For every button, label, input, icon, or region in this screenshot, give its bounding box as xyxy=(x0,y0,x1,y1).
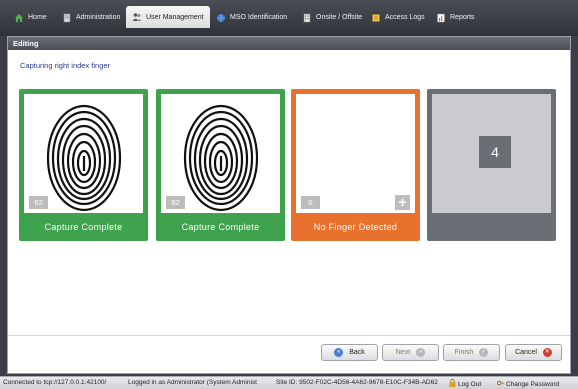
logout-label: Log Out xyxy=(458,381,482,388)
fingerprint-image: 82 xyxy=(24,94,143,213)
tab-label: Access Logs xyxy=(385,14,425,21)
back-arrow-icon: « xyxy=(334,348,344,357)
empty-capture-area: 0 + xyxy=(296,94,415,213)
tab-label: Administration xyxy=(76,14,121,21)
tab-administration[interactable]: Administration xyxy=(62,8,120,27)
capture-status: Capture Complete xyxy=(44,222,123,232)
finger-capture-card-3[interactable]: 0 + No Finger Detected xyxy=(291,89,420,241)
quality-score-badge: 82 xyxy=(166,196,185,209)
tab-label: User Management xyxy=(146,13,204,21)
tab-user-management[interactable]: User Management xyxy=(126,6,210,28)
pending-capture-area: 4 xyxy=(432,94,551,213)
fingerprint-icon xyxy=(46,104,122,212)
cancel-icon: ✕ xyxy=(542,348,552,357)
home-icon xyxy=(15,13,23,22)
back-button[interactable]: « Back xyxy=(321,344,378,361)
next-button[interactable]: Next » xyxy=(382,344,439,361)
fingerprint-icon xyxy=(183,104,259,212)
logged-in-user: Logged in as Administrator (System Admin… xyxy=(128,379,257,386)
tab-label: MSO Identification xyxy=(230,14,288,21)
tab-label: Onsite / Offsite xyxy=(316,14,363,21)
capture-status: Capture Complete xyxy=(181,222,260,232)
capture-instruction: Capturing right index finger xyxy=(20,61,111,70)
finger-capture-card-1[interactable]: 82 Capture Complete xyxy=(19,89,148,241)
tab-access-logs[interactable]: Access Logs xyxy=(371,8,425,27)
finish-icon: ✓ xyxy=(479,348,489,357)
change-password-label: Change Password xyxy=(506,381,560,388)
top-navigation: Home Administration User Management MSO … xyxy=(0,0,578,36)
add-icon[interactable]: + xyxy=(395,195,410,210)
log-icon xyxy=(372,13,380,22)
tab-label: Home xyxy=(28,14,47,21)
back-label: Back xyxy=(349,349,365,356)
lock-icon xyxy=(449,379,456,387)
site-id: Site ID: 9502-F02C-4D56-4A62-9678-E10C-F… xyxy=(276,379,438,386)
next-arrow-icon: » xyxy=(416,348,426,357)
reports-icon xyxy=(437,13,445,22)
cancel-button[interactable]: Cancel ✕ xyxy=(505,344,562,361)
tab-mso-identification[interactable]: MSO Identification xyxy=(216,8,287,27)
tab-label: Reports xyxy=(450,14,475,21)
tab-home[interactable]: Home xyxy=(14,8,47,27)
connection-status: Connected to tcp://127.0.0.1:42100/ xyxy=(3,379,107,386)
building-icon xyxy=(303,13,311,22)
server-icon xyxy=(63,13,71,22)
tab-reports[interactable]: Reports xyxy=(436,8,475,27)
next-label: Next xyxy=(395,349,411,356)
users-icon xyxy=(132,13,142,21)
key-icon xyxy=(497,380,504,386)
finger-capture-card-4[interactable]: 4 xyxy=(427,89,556,241)
fingerprint-image: 82 xyxy=(161,94,280,213)
logout-link[interactable]: Log Out xyxy=(449,379,481,388)
finish-label: Finish xyxy=(454,349,474,356)
globe-icon xyxy=(217,13,225,22)
editing-panel: Editing Capturing right index finger 82 … xyxy=(7,36,571,374)
capture-status: No Finger Detected xyxy=(313,222,398,232)
panel-title: Editing xyxy=(8,37,570,50)
finish-button[interactable]: Finish ✓ xyxy=(443,344,500,361)
quality-score-badge: 82 xyxy=(29,196,48,209)
tab-onsite-offsite[interactable]: Onsite / Offsite xyxy=(302,8,362,27)
finger-capture-card-2[interactable]: 82 Capture Complete xyxy=(156,89,285,241)
finger-number: 4 xyxy=(479,136,511,168)
quality-score-badge: 0 xyxy=(301,196,320,209)
change-password-link[interactable]: Change Password xyxy=(497,379,559,388)
cancel-label: Cancel xyxy=(515,349,537,356)
status-bar: Connected to tcp://127.0.0.1:42100/ Logg… xyxy=(0,376,578,389)
footer-divider xyxy=(8,335,570,336)
